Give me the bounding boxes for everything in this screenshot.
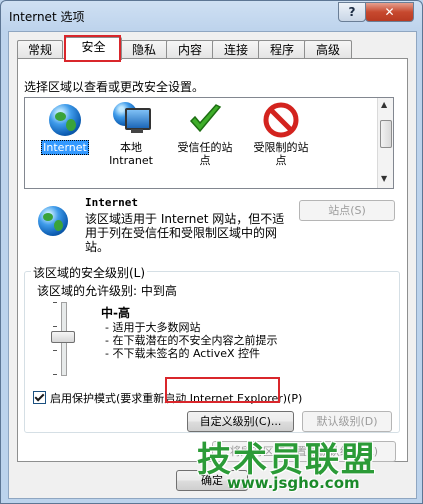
tab-advanced[interactable]: 高级 bbox=[304, 40, 352, 59]
slider-tick bbox=[53, 326, 57, 327]
dialog-client: 常规 安全 隐私 内容 连接 程序 高级 选择区域以查看或更改安全设置。 Int… bbox=[8, 31, 417, 499]
scroll-thumb[interactable] bbox=[380, 120, 392, 148]
scroll-up-icon[interactable]: ▲ bbox=[381, 100, 387, 109]
restricted-icon bbox=[263, 102, 299, 138]
globe-icon bbox=[38, 206, 72, 240]
zone-trusted[interactable]: 受信任的站 点 bbox=[167, 102, 243, 167]
watermark-url: www.jsgho.com bbox=[227, 474, 360, 492]
globe-icon bbox=[47, 102, 83, 138]
zone-internet[interactable]: Internet bbox=[27, 102, 103, 155]
watermark: 技术员联盟 www.jsgho.com bbox=[197, 432, 407, 492]
list-item: - 在下载潜在的不安全内容之前提示 bbox=[105, 334, 278, 347]
zone-list: Internet 本地 Intranet 受信任的站 点 受限制的站 点 ▲ ▼ bbox=[24, 97, 394, 189]
tab-privacy[interactable]: 隐私 bbox=[120, 40, 168, 59]
zone-label: 受信任的站 点 bbox=[177, 141, 233, 167]
zone-description: 该区域适用于 Internet 网站，但不适用于列在受信任和受限制区域中的网站。 bbox=[85, 212, 285, 254]
intranet-icon bbox=[113, 102, 151, 138]
tab-content[interactable]: 内容 bbox=[166, 40, 214, 59]
list-item: - 不下载未签名的 ActiveX 控件 bbox=[105, 347, 261, 360]
internet-options-window: Internet 选项 ? ✕ 常规 安全 隐私 内容 连接 程序 高级 选择区… bbox=[0, 0, 423, 504]
group-title: 该区域的安全级别(L) bbox=[31, 264, 148, 281]
zone-intranet[interactable]: 本地 Intranet bbox=[93, 102, 169, 167]
level-description-list: - 适用于大多数网站 - 在下载潜在的不安全内容之前提示 - 不下载未签名的 A… bbox=[105, 321, 277, 360]
zone-label: 受限制的站 点 bbox=[253, 141, 309, 167]
help-button[interactable]: ? bbox=[338, 2, 366, 22]
slider-tick bbox=[53, 302, 57, 303]
zone-prompt: 选择区域以查看或更改安全设置。 bbox=[24, 80, 205, 94]
zone-label: Internet bbox=[41, 140, 89, 155]
slider-tick bbox=[53, 374, 57, 375]
tab-programs[interactable]: 程序 bbox=[258, 40, 306, 59]
security-slider-thumb[interactable] bbox=[51, 331, 75, 343]
close-button[interactable]: ✕ bbox=[365, 2, 414, 22]
sites-button[interactable]: 站点(S) bbox=[299, 200, 395, 221]
security-level-group: 该区域的安全级别(L) 该区域的允许级别: 中到高 中-高 - 适用于大多数网站… bbox=[24, 264, 400, 433]
zone-restricted[interactable]: 受限制的站 点 bbox=[243, 102, 319, 167]
slider-tick bbox=[53, 350, 57, 351]
scroll-down-icon[interactable]: ▼ bbox=[381, 174, 387, 183]
zone-list-scrollbar[interactable]: ▲ ▼ bbox=[377, 98, 393, 188]
custom-level-highlight bbox=[165, 377, 280, 403]
list-item: - 适用于大多数网站 bbox=[105, 321, 201, 334]
custom-level-button[interactable]: 自定义级别(C)... bbox=[187, 411, 294, 432]
security-tab-highlight bbox=[64, 35, 121, 62]
allowed-level-text: 该区域的允许级别: 中到高 bbox=[37, 284, 177, 298]
title-bar[interactable]: Internet 选项 ? ✕ bbox=[1, 1, 422, 31]
zone-title: Internet bbox=[85, 196, 138, 209]
protected-mode-checkbox[interactable] bbox=[33, 391, 46, 404]
tab-general[interactable]: 常规 bbox=[17, 40, 63, 59]
window-title: Internet 选项 bbox=[9, 10, 85, 24]
level-name: 中-高 bbox=[101, 306, 130, 320]
default-level-button[interactable]: 默认级别(D) bbox=[302, 411, 392, 432]
trusted-check-icon bbox=[187, 102, 223, 138]
tab-connections[interactable]: 连接 bbox=[212, 40, 260, 59]
zone-label: 本地 Intranet bbox=[109, 141, 153, 167]
